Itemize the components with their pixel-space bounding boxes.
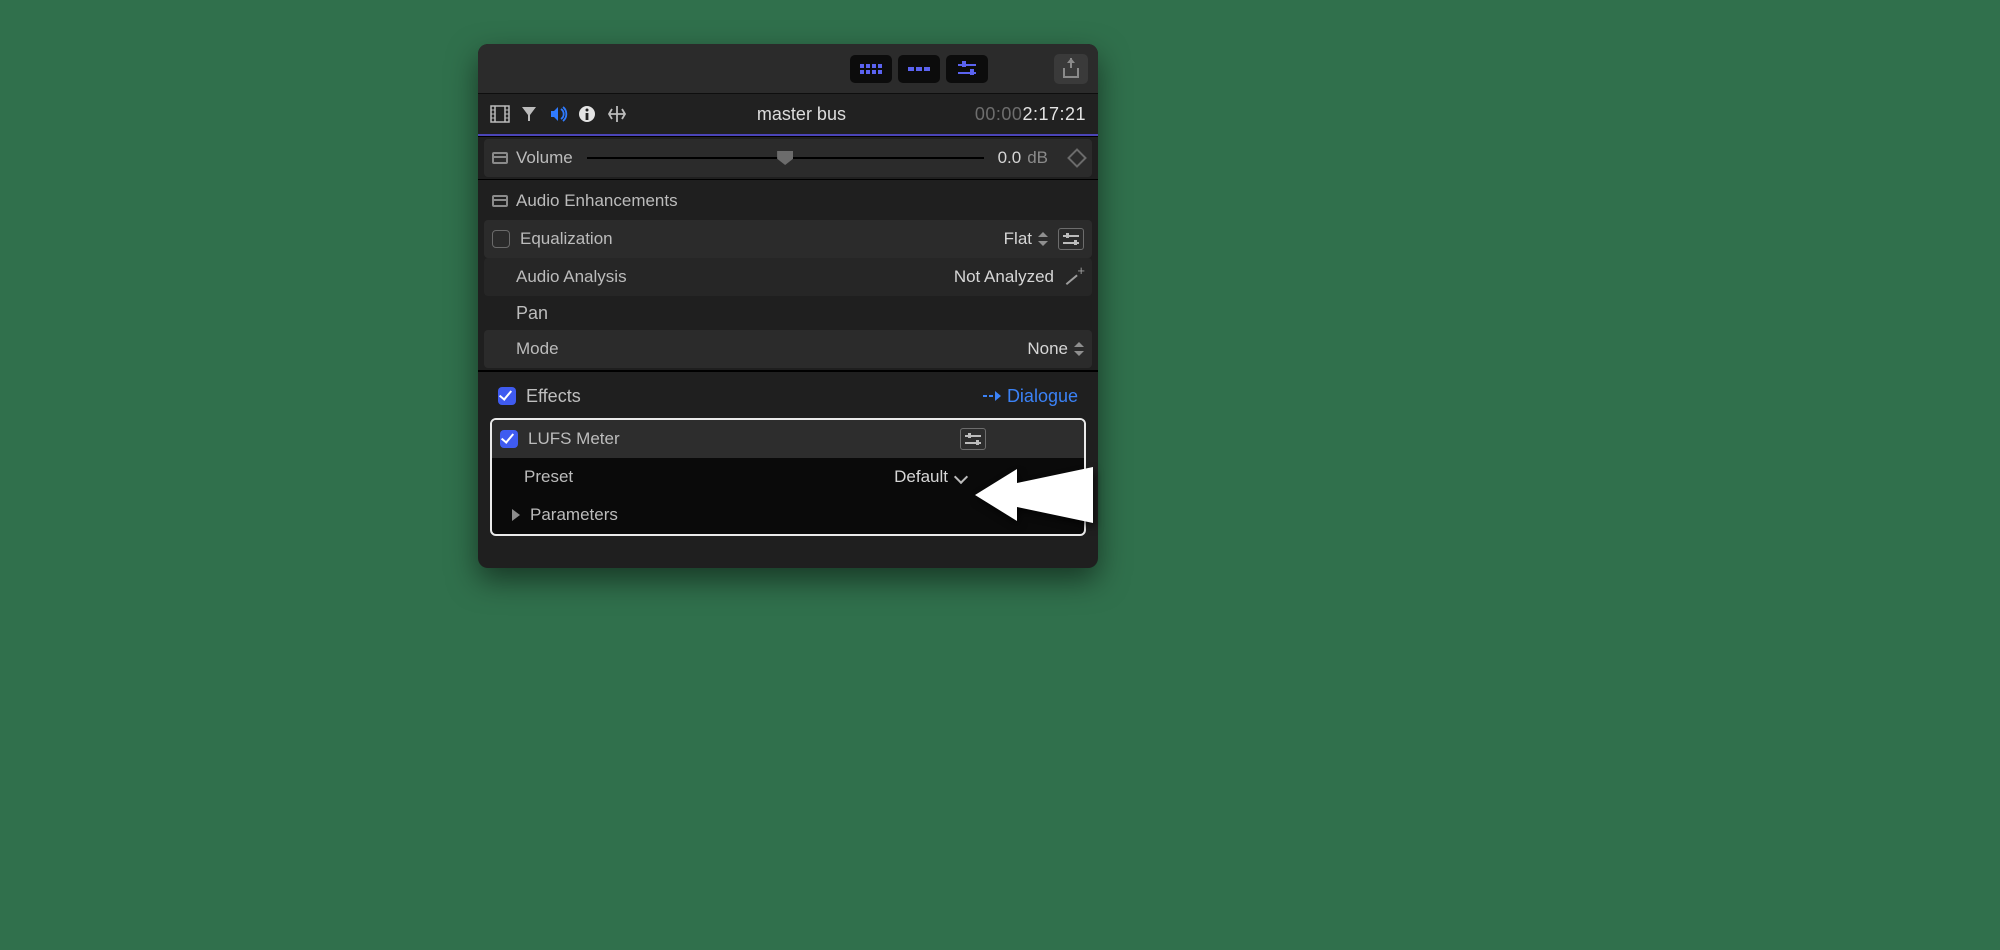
audio-enhancements-header: Audio Enhancements: [484, 182, 1092, 220]
filter-inspector-icon[interactable]: [520, 105, 538, 123]
share-button[interactable]: [1054, 54, 1088, 84]
lufs-meter-effect: LUFS Meter Preset Default Parameters: [490, 418, 1086, 536]
pan-mode-label: Mode: [516, 339, 559, 359]
timecode-bright: 2:17:21: [1022, 104, 1086, 124]
inspector-view-segment: [850, 55, 988, 83]
audio-analysis-row: Audio Analysis Not Analyzed: [484, 258, 1092, 296]
clip-timecode: 00:002:17:21: [975, 104, 1086, 125]
section-collapse-icon[interactable]: [492, 152, 508, 164]
effects-header-row: Effects Dialogue: [484, 376, 1092, 416]
transition-inspector-icon[interactable]: [606, 104, 628, 124]
effects-checkbox[interactable]: [498, 387, 516, 405]
audio-enhancements-section: Audio Enhancements Equalization Flat Aud…: [478, 179, 1098, 370]
lufs-label: LUFS Meter: [528, 429, 620, 449]
section-collapse-icon[interactable]: [492, 195, 508, 207]
timecode-dim: 00:00: [975, 104, 1023, 124]
effects-label: Effects: [526, 386, 581, 407]
equalization-value[interactable]: Flat: [1004, 229, 1032, 249]
effects-category-link[interactable]: Dialogue: [983, 386, 1078, 407]
inspector-panel: master bus 00:002:17:21 Volume 0.0 dB Au…: [478, 44, 1098, 568]
lufs-controls-button[interactable]: [960, 428, 986, 450]
pan-mode-row: Mode None: [484, 330, 1092, 368]
inspector-top-toolbar: [478, 44, 1098, 94]
equalization-label: Equalization: [520, 229, 613, 249]
audio-analysis-label: Audio Analysis: [516, 267, 627, 287]
volume-section: Volume 0.0 dB: [478, 136, 1098, 179]
magic-wand-icon[interactable]: [1064, 267, 1084, 287]
clip-title: master bus: [628, 104, 975, 125]
equalization-row: Equalization Flat: [484, 220, 1092, 258]
slider-thumb-icon[interactable]: [777, 151, 793, 165]
chevron-down-icon[interactable]: [954, 470, 968, 484]
volume-row: Volume 0.0 dB: [484, 139, 1092, 177]
stepper-icon[interactable]: [1038, 232, 1048, 246]
keyframe-button[interactable]: [1067, 148, 1087, 168]
row-view-button[interactable]: [898, 55, 940, 83]
clip-inspector-tabs: [490, 104, 628, 124]
row-icon: [908, 67, 930, 71]
clip-info-bar: master bus 00:002:17:21: [478, 94, 1098, 136]
lufs-meter-row: LUFS Meter: [492, 420, 1084, 458]
equalization-controls-button[interactable]: [1058, 228, 1084, 250]
grid-view-button[interactable]: [850, 55, 892, 83]
arrow-right-icon: [983, 390, 1001, 402]
lufs-preset-label: Preset: [524, 467, 573, 487]
audio-inspector-icon[interactable]: [548, 105, 568, 123]
grid-icon: [860, 64, 882, 74]
pan-mode-value[interactable]: None: [1027, 339, 1068, 359]
pan-header: Pan: [484, 296, 1092, 330]
effects-section: Effects Dialogue LUFS Meter Preset Defau…: [478, 370, 1098, 538]
lufs-preset-row: Preset Default: [492, 458, 1084, 496]
equalization-checkbox[interactable]: [492, 230, 510, 248]
volume-slider[interactable]: [587, 148, 984, 168]
lufs-preset-value[interactable]: Default: [894, 467, 948, 487]
lufs-checkbox[interactable]: [500, 430, 518, 448]
share-icon: [1062, 60, 1080, 78]
info-inspector-icon[interactable]: [578, 105, 596, 123]
video-inspector-icon[interactable]: [490, 105, 510, 123]
disclosure-triangle-icon[interactable]: [512, 509, 520, 521]
lufs-parameters-label: Parameters: [530, 505, 618, 525]
effects-category-label: Dialogue: [1007, 386, 1078, 407]
audio-enhancements-label: Audio Enhancements: [516, 191, 678, 211]
volume-value[interactable]: 0.0: [998, 148, 1022, 168]
audio-analysis-value: Not Analyzed: [954, 267, 1054, 287]
sliders-icon: [958, 61, 976, 77]
volume-label: Volume: [516, 148, 573, 168]
sliders-view-button[interactable]: [946, 55, 988, 83]
volume-unit: dB: [1027, 148, 1048, 168]
lufs-parameters-row[interactable]: Parameters: [492, 496, 1084, 534]
stepper-icon[interactable]: [1074, 342, 1084, 356]
